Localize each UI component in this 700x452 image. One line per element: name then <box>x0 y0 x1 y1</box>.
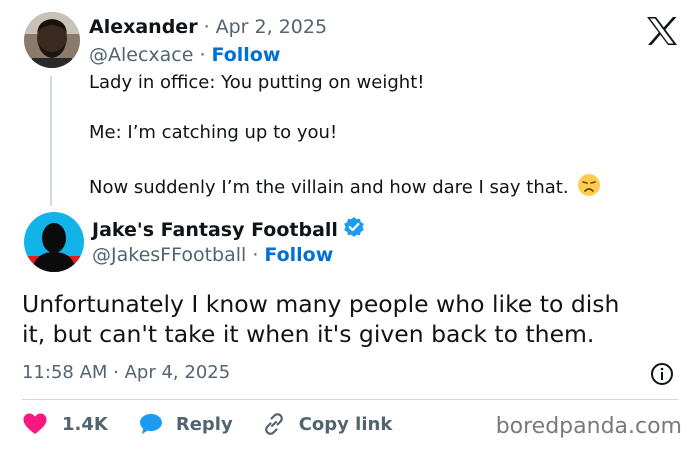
separator-dot: · <box>203 16 210 38</box>
reply-tweet-line-2: it, but can't take it when it's given ba… <box>22 320 595 348</box>
author-name[interactable]: Jake's Fantasy Football <box>92 219 338 241</box>
reply-tweet-handle-row: @JakesFFootball · Follow <box>92 244 333 266</box>
original-tweet-line-3-text: Now suddenly I’m the villain and how dar… <box>89 177 569 198</box>
tweet-date[interactable]: Apr 2, 2025 <box>216 16 327 38</box>
separator-dot: · <box>199 44 206 66</box>
avatar-alexander[interactable] <box>24 12 80 68</box>
reply-label: Reply <box>175 413 233 435</box>
like-count: 1.4K <box>62 413 108 435</box>
verified-badge-icon <box>343 216 365 243</box>
copy-link-label: Copy link <box>298 413 393 435</box>
like-button[interactable]: 1.4K <box>22 412 108 436</box>
disappointed-face-emoji <box>577 173 601 202</box>
original-tweet-header: Alexander · Apr 2, 2025 <box>89 16 327 38</box>
avatar-jakes-fantasy-football[interactable] <box>24 212 84 272</box>
info-icon[interactable] <box>650 362 674 390</box>
reply-tweet-header: Jake's Fantasy Football <box>92 216 365 243</box>
copy-link-button[interactable]: Copy link <box>261 411 393 437</box>
link-icon <box>264 413 283 435</box>
author-name[interactable]: Alexander <box>89 16 198 38</box>
reply-tweet-line-1: Unfortunately I know many people who lik… <box>22 290 620 318</box>
thread-connector-line <box>50 76 52 206</box>
original-tweet-line-3: Now suddenly I’m the villain and how dar… <box>89 173 601 202</box>
tweet-actions-bar: 1.4K Reply Copy link <box>22 411 418 437</box>
boredpanda-watermark: boredpanda.com <box>495 414 682 439</box>
author-handle[interactable]: @JakesFFootball <box>92 244 246 266</box>
reply-bubble-icon <box>139 414 162 434</box>
follow-button[interactable]: Follow <box>264 244 333 266</box>
heart-icon <box>23 413 47 434</box>
reply-button[interactable]: Reply <box>138 412 233 436</box>
follow-button[interactable]: Follow <box>211 44 280 66</box>
separator-dot: · <box>252 244 259 266</box>
actions-divider <box>22 399 678 400</box>
original-tweet-line-1: Lady in office: You putting on weight! <box>89 72 425 93</box>
author-handle[interactable]: @Alecxace <box>89 44 193 66</box>
original-tweet-handle-row: @Alecxace · Follow <box>89 44 280 66</box>
tweet-timestamp[interactable]: 11:58 AM · Apr 4, 2025 <box>22 362 230 383</box>
original-tweet-line-2: Me: I’m catching up to you! <box>89 122 338 143</box>
x-logo-icon[interactable] <box>646 16 678 50</box>
